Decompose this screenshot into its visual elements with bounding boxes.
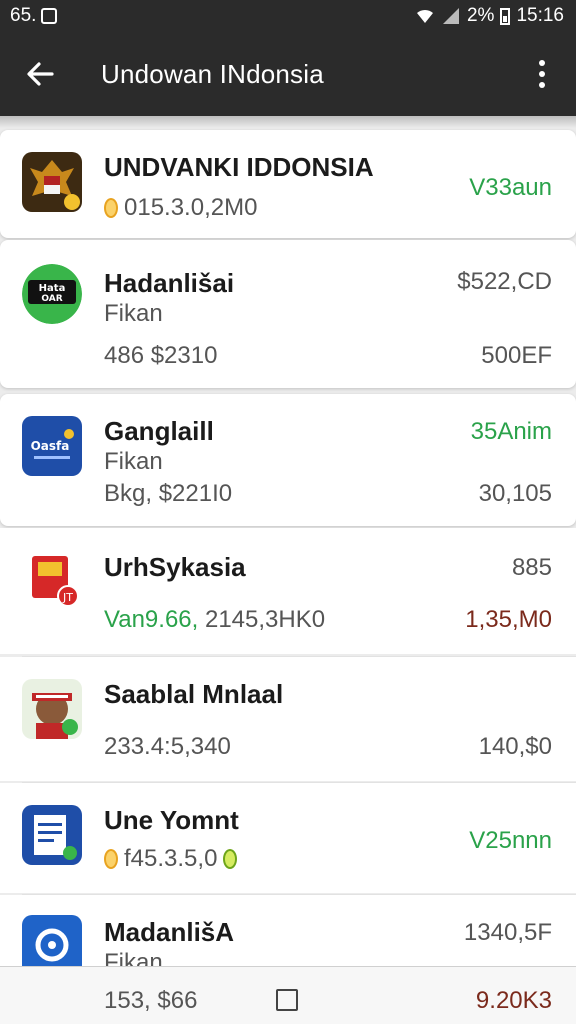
item-meta-green: Van9.66,	[104, 606, 199, 633]
item-meta: Van9.66, 2145,3HK0	[104, 606, 325, 634]
more-vert-icon	[539, 60, 545, 88]
item-right-top: $522,CD	[457, 268, 552, 295]
item-meta: f45.3.5,0	[104, 845, 243, 873]
checkbox[interactable]	[276, 989, 298, 1011]
item-subtitle: Fikan	[104, 448, 163, 475]
status-right: 2% 15:16	[415, 5, 564, 27]
item-name: MadanlišA	[104, 917, 235, 947]
item-name: Saablal Mnlaal	[104, 679, 284, 709]
svg-text:OAR: OAR	[41, 294, 62, 304]
list-item[interactable]: Une Yomnt f45.3.5,0 V25nnn	[0, 783, 576, 893]
status-left: 65.	[10, 5, 58, 27]
coin-icon	[104, 198, 118, 218]
garuda-emblem-icon	[22, 152, 82, 212]
document-icon	[22, 805, 82, 865]
location-pin-icon	[22, 915, 82, 966]
item-meta: 486 $2310	[104, 342, 218, 369]
item-right-top: 885	[511, 554, 552, 581]
back-button[interactable]	[18, 52, 62, 96]
blue-logo-icon: Oasfa	[22, 416, 82, 476]
item-name: UrhSykasia	[104, 552, 246, 582]
red-package-icon: JT	[22, 550, 82, 610]
list-item[interactable]: Saablal Mnlaal 233.4:5,340 140,$0	[0, 657, 576, 781]
bottom-bar: 153, $66 9.20K3	[0, 966, 576, 1024]
item-right-bottom: 1,35,M0	[465, 606, 552, 633]
item-right-top: V25nnn	[469, 827, 552, 854]
item-meta-value: f45.3.5,0	[124, 845, 218, 872]
item-meta-value: 015.3.0,2M0	[124, 194, 258, 221]
arrow-back-icon	[27, 62, 54, 86]
item-subtitle: Fikan	[104, 300, 163, 327]
battery-icon	[500, 7, 511, 25]
status-bar: 65. 2% 15:16	[0, 0, 576, 32]
item-meta: 233.4:5,340	[104, 733, 231, 760]
wifi-icon	[416, 9, 433, 23]
item-meta-value: 2145,3HK0	[204, 606, 326, 633]
item-right-top: V33aun	[469, 174, 552, 201]
green-badge-icon: Hata OAR	[22, 264, 82, 324]
item-list: UNDVANKI IDDONSIA 015.3.0,2M0 V33aun Hat…	[0, 128, 576, 966]
item-right-bottom: 500EF	[481, 342, 552, 369]
green-coin-icon	[223, 849, 238, 869]
item-name: UNDVANKI IDDONSIA	[104, 152, 374, 182]
battery-percent: 2%	[466, 5, 495, 26]
list-item[interactable]: MadanlišA Fikan 1340,5F	[0, 895, 576, 966]
item-right-bottom: 140,$0	[478, 733, 552, 760]
list-item[interactable]: JT UrhSykasia Van9.66, 2145,3HK0 885 1,3…	[0, 528, 576, 654]
list-item[interactable]: Oasfa Ganglaill Fikan Bkg, $221I0 35Anim…	[0, 394, 576, 526]
item-name: Une Yomnt	[104, 805, 239, 835]
svg-text:JT: JT	[62, 591, 73, 604]
svg-text:Hata: Hata	[39, 283, 66, 294]
item-right-bottom: 30,105	[478, 480, 552, 507]
item-meta: 015.3.0,2M0	[104, 194, 257, 222]
item-right-top: 35Anim	[470, 418, 552, 445]
notification-icon	[41, 8, 58, 24]
bottom-right-value: 9.20K3	[475, 987, 552, 1014]
item-name: Hadanlišai	[104, 268, 235, 298]
cell-signal-icon	[442, 8, 459, 24]
coin-icon	[104, 849, 118, 869]
app-bar-shadow	[0, 116, 576, 128]
item-subtitle: Fikan	[104, 949, 163, 966]
avatar-icon	[22, 679, 82, 739]
item-meta: Bkg, $221I0	[104, 480, 233, 507]
status-left-text: 65.	[10, 5, 37, 26]
page-title: Undowan INdonsia	[101, 59, 324, 89]
list-item[interactable]: Hata OAR Hadanlišai Fikan 486 $2310 $522…	[0, 240, 576, 388]
item-name: Ganglaill	[104, 416, 214, 446]
overflow-menu-button[interactable]	[520, 52, 564, 96]
bottom-left-value: 153, $66	[104, 987, 198, 1014]
app-bar: Undowan INdonsia	[0, 32, 576, 116]
list-item[interactable]: UNDVANKI IDDONSIA 015.3.0,2M0 V33aun	[0, 130, 576, 238]
status-time: 15:16	[516, 5, 564, 26]
item-right-top: 1340,5F	[463, 919, 552, 946]
svg-text:Oasfa: Oasfa	[31, 439, 70, 453]
